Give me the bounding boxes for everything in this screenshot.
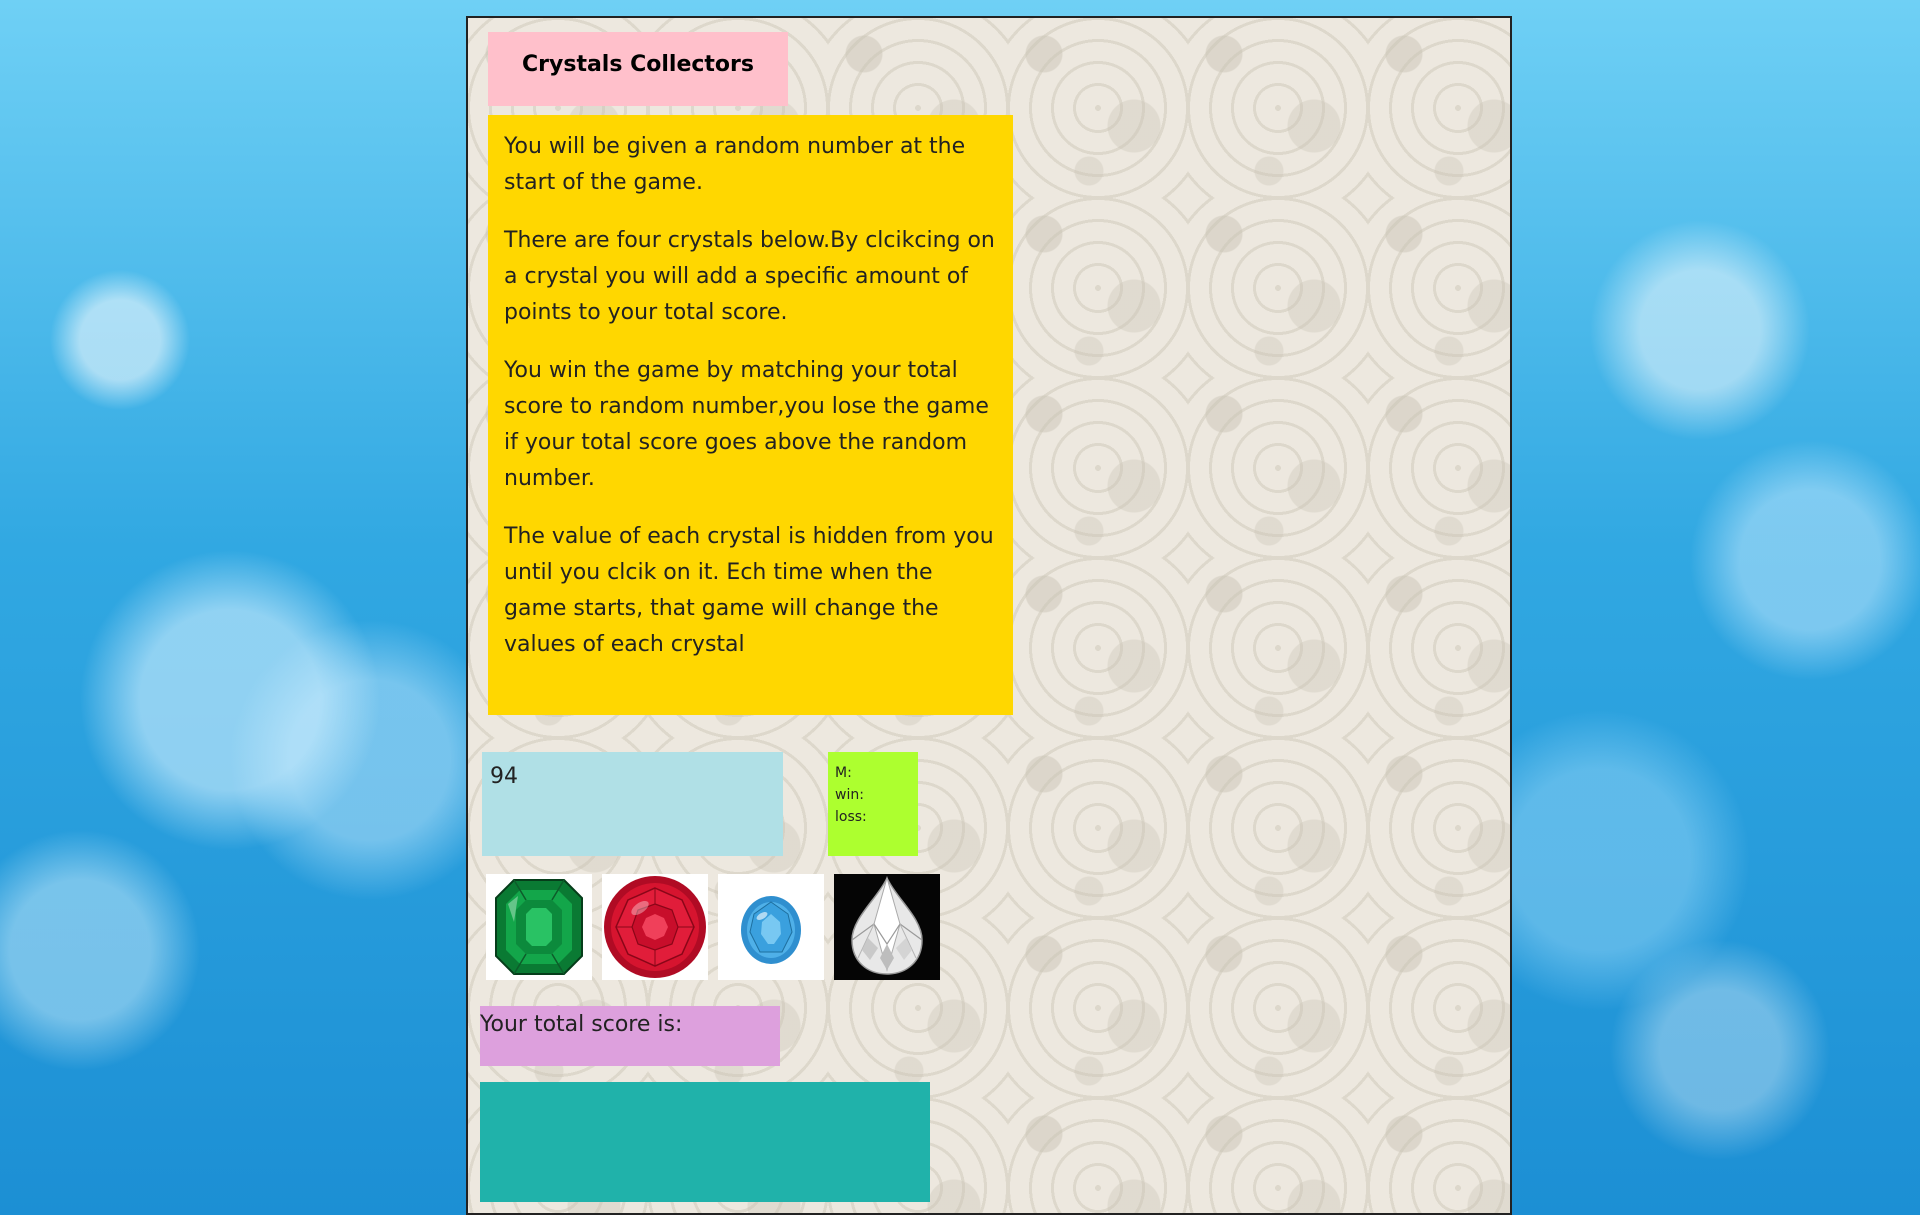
game-container: Crystals Collectors You will be given a … — [466, 16, 1512, 1215]
random-number: 94 — [490, 764, 518, 789]
instruction-paragraph: The value of each crystal is hidden from… — [504, 524, 994, 657]
ruby-icon — [602, 874, 708, 980]
instructions-panel: You will be given a random number at the… — [488, 115, 1013, 715]
instruction-paragraph: You will be given a random number at the… — [504, 134, 966, 195]
result-box — [480, 1082, 930, 1202]
instruction-paragraph: There are four crystals below.By clcikci… — [504, 228, 995, 325]
instruction-paragraph: You win the game by matching your total … — [504, 358, 989, 491]
win-count-label: win: — [835, 787, 864, 803]
emerald-icon — [486, 874, 592, 980]
m-label: M: — [835, 765, 852, 781]
sapphire-crystal-button[interactable] — [718, 874, 824, 980]
total-score-box: Your total score is: — [480, 1006, 780, 1066]
title-box: Crystals Collectors — [488, 32, 788, 106]
total-score-label: Your total score is: — [480, 1012, 683, 1037]
diamond-crystal-button[interactable] — [834, 874, 940, 980]
emerald-crystal-button[interactable] — [486, 874, 592, 980]
game-title: Crystals Collectors — [522, 52, 754, 77]
random-number-box: 94 — [482, 752, 783, 856]
diamond-icon — [834, 874, 940, 980]
sapphire-icon — [718, 874, 824, 980]
ruby-crystal-button[interactable] — [602, 874, 708, 980]
loss-count-label: loss: — [835, 809, 867, 825]
stats-box: M: win: loss: — [828, 752, 918, 856]
